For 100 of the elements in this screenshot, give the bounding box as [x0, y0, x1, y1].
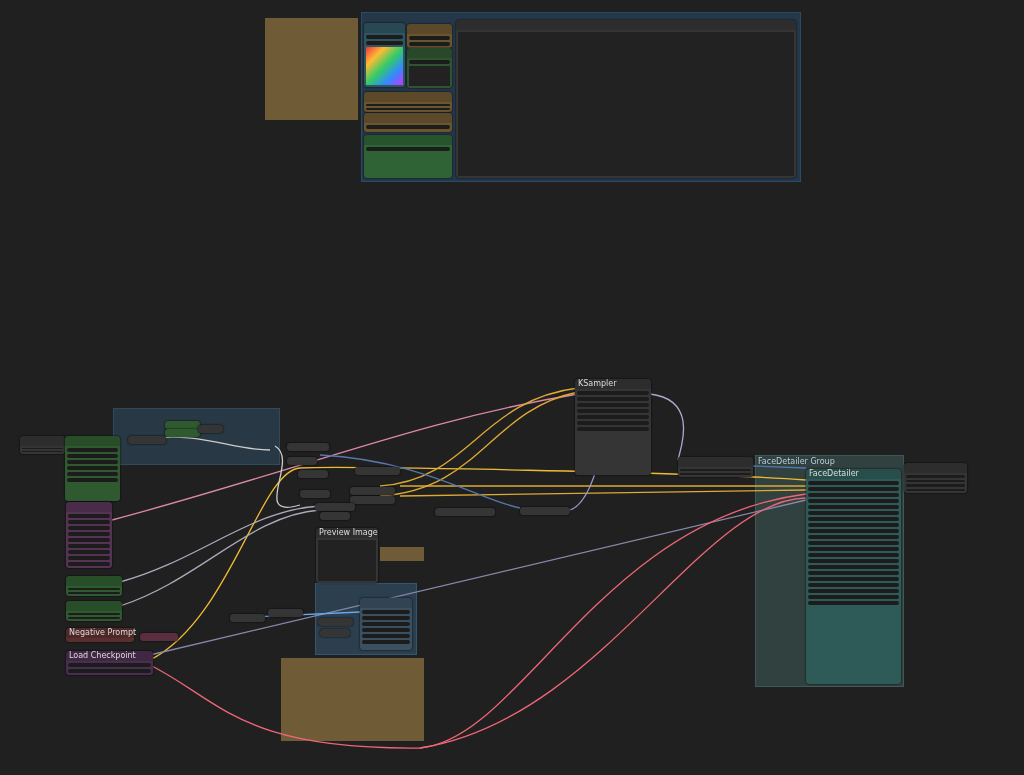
node-widget[interactable]	[808, 565, 899, 569]
graph-node[interactable]	[66, 601, 122, 621]
mini-node[interactable]	[298, 470, 328, 478]
node-widget[interactable]	[808, 529, 899, 533]
graph-node[interactable]	[20, 436, 65, 454]
graph-node[interactable]	[364, 135, 452, 178]
node-header[interactable]: KSampler	[575, 379, 651, 389]
node-header[interactable]	[364, 92, 452, 102]
node-widget[interactable]	[808, 601, 899, 605]
node-widget[interactable]	[68, 556, 110, 560]
node-header[interactable]	[364, 23, 405, 33]
graph-node[interactable]: FaceDetailer	[806, 469, 901, 684]
node-widget[interactable]	[67, 478, 118, 482]
graph-node[interactable]	[66, 502, 112, 568]
graph-node[interactable]: Negative Prompt	[66, 628, 134, 642]
node-widget[interactable]	[67, 466, 118, 470]
node-header[interactable]	[364, 113, 452, 123]
node-widget[interactable]	[808, 559, 899, 563]
node-widget[interactable]	[68, 520, 110, 524]
mini-node[interactable]	[165, 429, 200, 437]
node-widget[interactable]	[409, 36, 450, 40]
node-widget[interactable]	[67, 472, 118, 476]
graph-node[interactable]	[364, 23, 405, 87]
mini-node[interactable]	[287, 457, 317, 465]
mini-node[interactable]	[165, 421, 200, 429]
node-widget[interactable]	[808, 493, 899, 497]
mini-node[interactable]	[435, 508, 495, 516]
mini-node[interactable]	[268, 609, 303, 617]
graph-node[interactable]	[65, 436, 120, 501]
node-widget[interactable]	[808, 577, 899, 581]
node-widget[interactable]	[366, 35, 403, 39]
node-widget[interactable]	[68, 550, 110, 554]
node-widget[interactable]	[362, 640, 410, 644]
node-widget[interactable]	[808, 523, 899, 527]
node-widget[interactable]	[808, 583, 899, 587]
mini-node[interactable]	[350, 487, 395, 495]
node-widget[interactable]	[68, 526, 110, 530]
graph-node[interactable]: KSampler	[575, 379, 651, 475]
node-widget[interactable]	[68, 562, 110, 566]
mini-node[interactable]	[128, 436, 166, 444]
node-widget[interactable]	[808, 547, 899, 551]
node-widget[interactable]	[409, 60, 450, 64]
mini-node[interactable]	[355, 467, 400, 475]
mini-node[interactable]	[318, 618, 353, 626]
graph-node[interactable]: Load Checkpoint	[66, 651, 153, 675]
mini-node[interactable]	[350, 496, 395, 504]
node-header[interactable]	[66, 576, 122, 586]
node-widget[interactable]	[808, 535, 899, 539]
mini-node[interactable]	[300, 490, 330, 498]
node-header[interactable]	[407, 48, 452, 58]
node-header[interactable]: Load Checkpoint	[66, 651, 153, 661]
node-header[interactable]	[364, 135, 452, 145]
graph-node[interactable]	[678, 457, 753, 477]
node-widget[interactable]	[808, 571, 899, 575]
node-widget[interactable]	[68, 663, 151, 667]
node-widget[interactable]	[808, 595, 899, 599]
node-widget[interactable]	[366, 125, 450, 129]
node-widget[interactable]	[808, 553, 899, 557]
node-widget[interactable]	[808, 505, 899, 509]
mini-node[interactable]	[198, 425, 223, 433]
node-widget[interactable]	[362, 616, 410, 620]
graph-node[interactable]	[904, 463, 967, 493]
node-widget[interactable]	[362, 622, 410, 626]
mini-node[interactable]	[320, 512, 350, 520]
node-widget[interactable]	[366, 41, 403, 45]
node-widget[interactable]	[409, 42, 450, 46]
mini-node[interactable]	[230, 614, 265, 622]
node-widget[interactable]	[67, 460, 118, 464]
node-header[interactable]	[360, 598, 412, 608]
node-widget[interactable]	[68, 544, 110, 548]
mini-node[interactable]	[287, 443, 329, 451]
node-widget[interactable]	[362, 634, 410, 638]
node-header[interactable]	[678, 457, 753, 467]
node-widget[interactable]	[808, 481, 899, 485]
node-header[interactable]	[456, 20, 796, 30]
node-header[interactable]: FaceDetailer	[806, 469, 901, 479]
node-header[interactable]	[66, 502, 112, 512]
node-widget[interactable]	[808, 511, 899, 515]
node-header[interactable]	[407, 24, 452, 34]
graph-node[interactable]	[407, 24, 452, 48]
node-widget[interactable]	[808, 589, 899, 593]
node-header[interactable]	[65, 436, 120, 446]
node-widget[interactable]	[67, 448, 118, 452]
node-widget[interactable]	[67, 454, 118, 458]
graph-node[interactable]	[66, 576, 122, 596]
node-widget[interactable]	[366, 147, 450, 151]
node-header[interactable]	[66, 601, 122, 611]
mini-node[interactable]	[140, 633, 178, 641]
mini-node[interactable]	[320, 629, 350, 637]
node-header[interactable]	[20, 436, 65, 446]
mini-node[interactable]	[315, 503, 355, 511]
node-widget[interactable]	[808, 487, 899, 491]
graph-node[interactable]	[364, 113, 452, 132]
node-widget[interactable]	[68, 538, 110, 542]
node-widget[interactable]	[808, 517, 899, 521]
graph-node[interactable]	[360, 598, 412, 650]
node-widget[interactable]	[68, 532, 110, 536]
graph-node[interactable]	[407, 48, 452, 88]
node-widget[interactable]	[68, 669, 151, 673]
graph-node[interactable]	[364, 92, 452, 112]
